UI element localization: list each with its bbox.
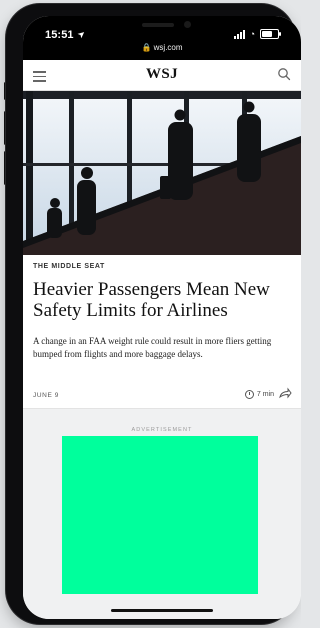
read-time: 7 min — [244, 390, 274, 399]
article-summary: A change in an FAA weight rule could res… — [33, 336, 272, 359]
hero-image[interactable] — [23, 91, 301, 255]
share-icon[interactable] — [279, 387, 292, 399]
article-card[interactable]: THE MIDDLE SEAT Heavier Passengers Mean … — [23, 255, 301, 408]
status-bar: 15:51 ➤ ◔ 🔒 wsj.com — [23, 16, 301, 60]
wifi-icon: ◔ — [249, 29, 255, 39]
publish-date: JUNE 9 — [33, 392, 59, 399]
speaker — [142, 23, 174, 27]
article-headline[interactable]: Heavier Passengers Mean New Safety Limit… — [33, 279, 291, 321]
advertisement-section: ADVERTISEMENT — [23, 408, 301, 619]
lock-icon: 🔒 — [141, 43, 152, 52]
read-time-text: 7 min — [256, 391, 274, 398]
signal-icon — [233, 29, 245, 39]
status-time: 15:51 — [45, 29, 74, 41]
advertisement-slot[interactable] — [62, 436, 258, 594]
url-text: wsj.com — [153, 43, 183, 52]
site-header: WSJ — [23, 60, 301, 91]
phone-mockup: 15:51 ➤ ◔ 🔒 wsj.com WSJ THE MIDDLE SEAT … — [0, 0, 301, 628]
camera — [184, 21, 191, 28]
home-indicator[interactable] — [111, 609, 213, 612]
location-arrow-icon: ➤ — [75, 27, 88, 41]
battery-fill — [262, 31, 272, 37]
section-label[interactable]: THE MIDDLE SEAT — [33, 263, 105, 270]
wsj-logo[interactable]: WSJ — [23, 66, 301, 83]
address-bar[interactable]: 🔒 wsj.com — [23, 43, 301, 52]
escalator-silhouette-photo — [23, 91, 301, 255]
notch — [111, 16, 214, 40]
clock-icon — [244, 390, 254, 399]
search-icon[interactable] — [277, 67, 291, 81]
battery-icon — [260, 29, 281, 39]
status-icons: ◔ — [233, 29, 281, 39]
phone-screen: 15:51 ➤ ◔ 🔒 wsj.com WSJ THE MIDDLE SEAT … — [23, 16, 301, 619]
advertisement-label: ADVERTISEMENT — [131, 427, 193, 433]
